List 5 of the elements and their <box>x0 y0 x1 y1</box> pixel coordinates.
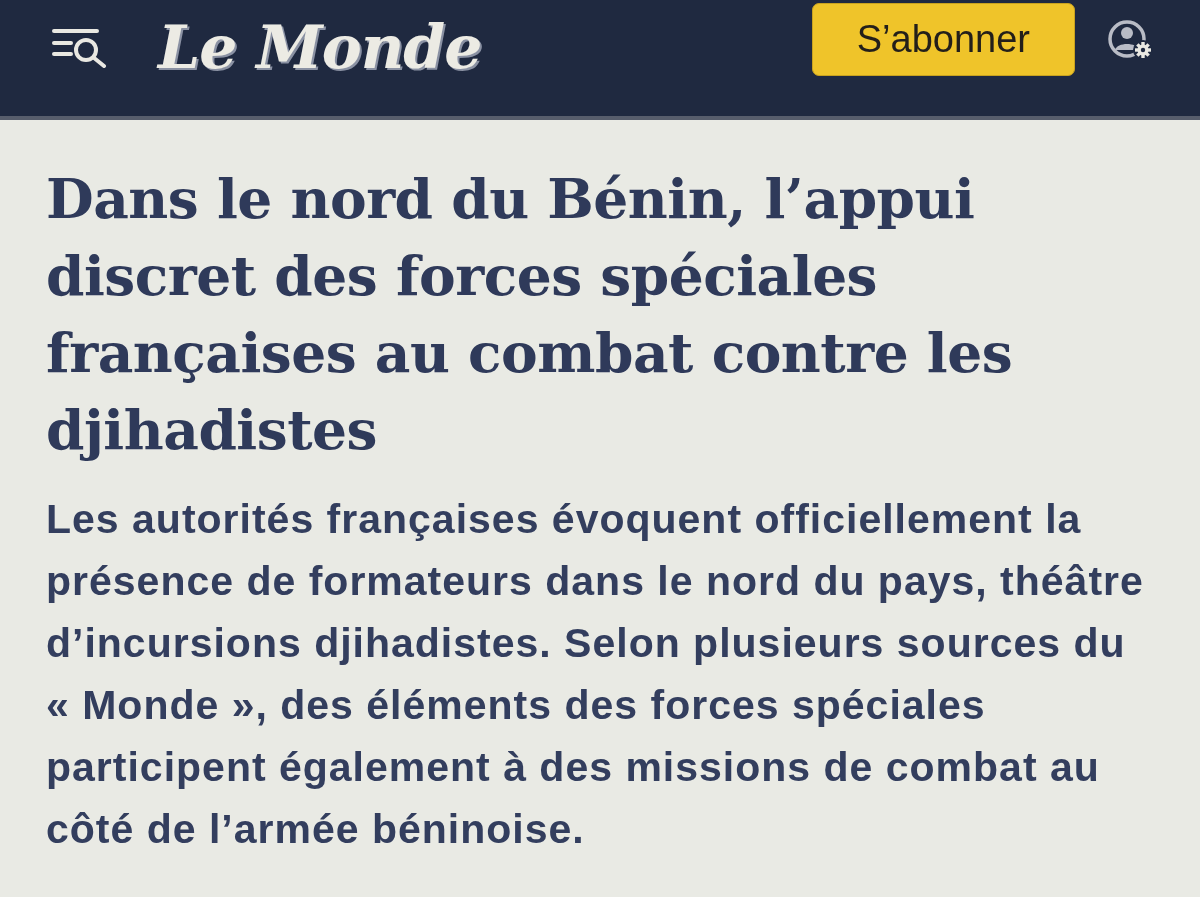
menu-search-icon[interactable] <box>52 26 108 68</box>
article-headline: Dans le nord du Bénin, l’appui discret des forces spéciales françaises au combat contre les djihadistes <box>46 165 1014 464</box>
subscribe-button[interactable]: S’abonner <box>811 2 1075 76</box>
newspaper-logo[interactable]: Le Monde <box>158 17 482 77</box>
article-standfirst: Les autorités françaises évoquent officiellement la présence de formateurs dans le nord du pays, théâtre d’incursions djihadistes. Selon plusieurs sources du « Monde », des éléments des forces spéciales participent également à des missions de combat au côté de l’armée béninoise. <box>46 495 1145 854</box>
